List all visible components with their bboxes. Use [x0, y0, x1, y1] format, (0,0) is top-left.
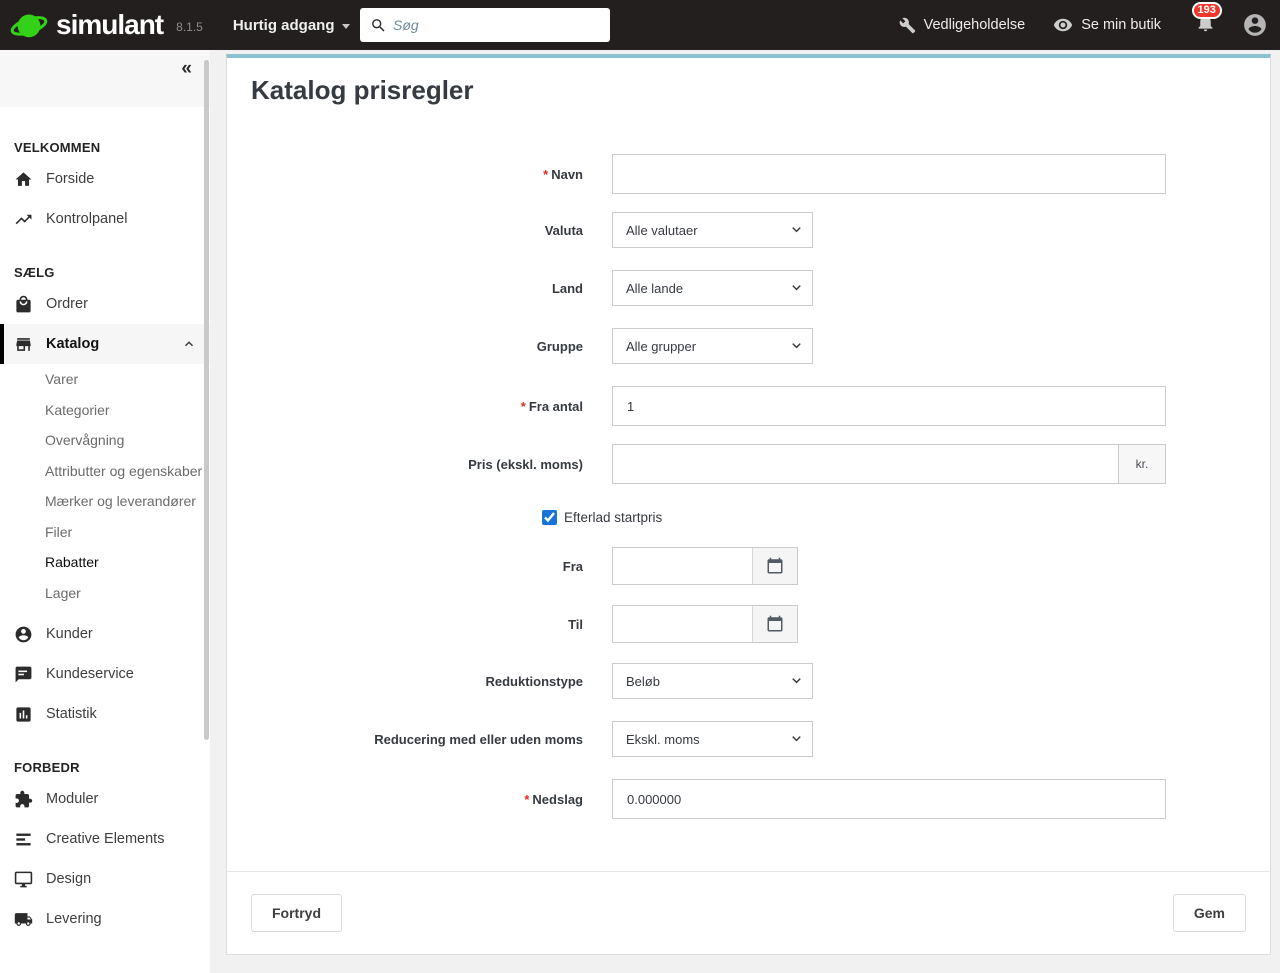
- currency-addon: kr.: [1118, 445, 1165, 483]
- sidebar-scrollbar[interactable]: [204, 60, 209, 740]
- required-marker: *: [524, 791, 530, 807]
- calendar-icon[interactable]: [752, 606, 797, 642]
- sidebar-section-saelg: SÆLG: [14, 265, 55, 280]
- search-icon: [372, 18, 385, 32]
- form-footer: Fortryd Gem: [227, 871, 1270, 954]
- sidebar-subitem-varer[interactable]: Varer: [0, 364, 210, 395]
- profile-button[interactable]: [1242, 12, 1268, 38]
- sidebar-subitem-kategorier[interactable]: Kategorier: [0, 395, 210, 426]
- home-icon: [14, 170, 33, 189]
- chevron-up-icon: [182, 337, 196, 355]
- fra-antal-input[interactable]: [612, 386, 1166, 426]
- sidebar-item-kontrolpanel[interactable]: Kontrolpanel: [0, 199, 210, 239]
- calendar-icon[interactable]: [752, 548, 797, 584]
- sidebar-subitem-attributter[interactable]: Attributter og egenskaber: [0, 456, 210, 487]
- truck-icon: [14, 910, 33, 929]
- form-card: Katalog prisregler * Navn Valuta Alle val…: [226, 54, 1271, 955]
- bars-icon: [14, 830, 33, 849]
- monitor-icon: [14, 870, 33, 889]
- katalog-submenu: Varer Kategorier Overvågning Attributter…: [0, 364, 210, 614]
- eye-icon: [1054, 18, 1073, 32]
- navn-label: * Navn: [543, 166, 583, 182]
- land-select[interactable]: Alle lande: [612, 270, 813, 306]
- page-title: Katalog prisregler: [251, 75, 474, 105]
- search-input[interactable]: [393, 8, 610, 42]
- gruppe-label: Gruppe: [536, 338, 583, 354]
- puzzle-icon: [14, 790, 33, 809]
- navn-input[interactable]: [612, 154, 1166, 194]
- efterlad-startpris-checkbox[interactable]: [542, 510, 557, 525]
- price-rule-form: * Navn Valuta Alle valutaer Land Alle lan…: [227, 106, 1270, 871]
- notifications-button[interactable]: 193: [1191, 2, 1222, 38]
- view-shop-link[interactable]: Se min butik: [1053, 15, 1161, 35]
- search-box: [360, 8, 610, 42]
- efterlad-startpris-label: Efterlad startpris: [564, 510, 663, 525]
- planet-logo-icon: [8, 4, 50, 46]
- fra-date-input[interactable]: [613, 548, 752, 584]
- reduktionstype-select[interactable]: Beløb: [612, 663, 813, 699]
- pris-label: Pris (ekskl. moms): [468, 456, 583, 472]
- reducering-select[interactable]: Ekskl. moms: [612, 721, 813, 757]
- notification-badge: 193: [1191, 2, 1222, 19]
- sidebar-item-creative-elements[interactable]: Creative Elements: [0, 819, 210, 859]
- reduktionstype-label: Reduktionstype: [485, 673, 583, 689]
- sidebar-subitem-filer[interactable]: Filer: [0, 517, 210, 548]
- sidebar-subitem-rabatter[interactable]: Rabatter: [0, 547, 210, 578]
- sidebar-item-moduler[interactable]: Moduler: [0, 779, 210, 819]
- bar-chart-icon: [14, 705, 33, 724]
- version-label: 8.1.5: [176, 20, 203, 34]
- sidebar-section-velkommen: VELKOMMEN: [14, 140, 101, 155]
- sidebar-item-kundeservice[interactable]: Kundeservice: [0, 654, 210, 694]
- quick-access-dropdown[interactable]: Hurtig adgang: [233, 17, 350, 34]
- gruppe-select[interactable]: Alle grupper: [612, 328, 813, 364]
- store-icon: [14, 335, 33, 354]
- sidebar-subitem-overvaagning[interactable]: Overvågning: [0, 425, 210, 456]
- caret-down-icon: [341, 23, 350, 29]
- shopping-bag-icon: [14, 295, 33, 314]
- valuta-label: Valuta: [544, 222, 583, 238]
- trending-up-icon: [14, 210, 33, 229]
- sidebar-item-forside[interactable]: Forside: [0, 159, 210, 199]
- nedslag-label: * Nedslag: [524, 791, 583, 807]
- sidebar-collapse-button[interactable]: «: [181, 58, 192, 80]
- person-icon: [14, 625, 33, 644]
- sidebar-header: «: [0, 50, 210, 107]
- sidebar-item-statistik[interactable]: Statistik: [0, 694, 210, 734]
- profile-icon: [1244, 14, 1266, 36]
- sidebar-item-levering[interactable]: Levering: [0, 899, 210, 939]
- sidebar-item-kunder[interactable]: Kunder: [0, 614, 210, 654]
- save-button[interactable]: Gem: [1172, 894, 1246, 932]
- land-label: Land: [551, 280, 583, 296]
- pris-input[interactable]: [613, 445, 1118, 483]
- chat-bubble-icon: [14, 665, 33, 684]
- sidebar-section-forbedr: FORBEDR: [14, 760, 80, 775]
- brand-logo[interactable]: simulant: [0, 4, 164, 46]
- sidebar-subitem-lager[interactable]: Lager: [0, 578, 210, 609]
- topbar: simulant 8.1.5 Hurtig adgang Vedligehold…: [0, 0, 1280, 50]
- sidebar-item-design[interactable]: Design: [0, 859, 210, 899]
- sidebar-item-ordrer[interactable]: Ordrer: [0, 284, 210, 324]
- brand-name: simulant: [56, 9, 164, 40]
- reducering-label: Reducering med eller uden moms: [374, 731, 583, 747]
- maintenance-link[interactable]: Vedligeholdelse: [899, 17, 1025, 34]
- main-content: Katalog prisregler * Navn Valuta Alle val…: [210, 50, 1280, 973]
- til-date-input[interactable]: [613, 606, 752, 642]
- fra-label: Fra: [562, 558, 583, 574]
- required-marker: *: [520, 398, 526, 414]
- sidebar-subitem-maerker[interactable]: Mærker og leverandører: [0, 486, 210, 517]
- required-marker: *: [543, 166, 549, 182]
- valuta-select[interactable]: Alle valutaer: [612, 212, 813, 248]
- sidebar: « VELKOMMEN Forside Kontrolpanel SÆLG Or…: [0, 50, 210, 973]
- fra-antal-label: * Fra antal: [520, 398, 583, 414]
- til-label: Til: [568, 616, 583, 632]
- cancel-button[interactable]: Fortryd: [251, 894, 342, 932]
- nedslag-input[interactable]: [612, 779, 1166, 819]
- wrench-icon: [899, 17, 915, 33]
- sidebar-item-katalog[interactable]: Katalog: [0, 324, 210, 364]
